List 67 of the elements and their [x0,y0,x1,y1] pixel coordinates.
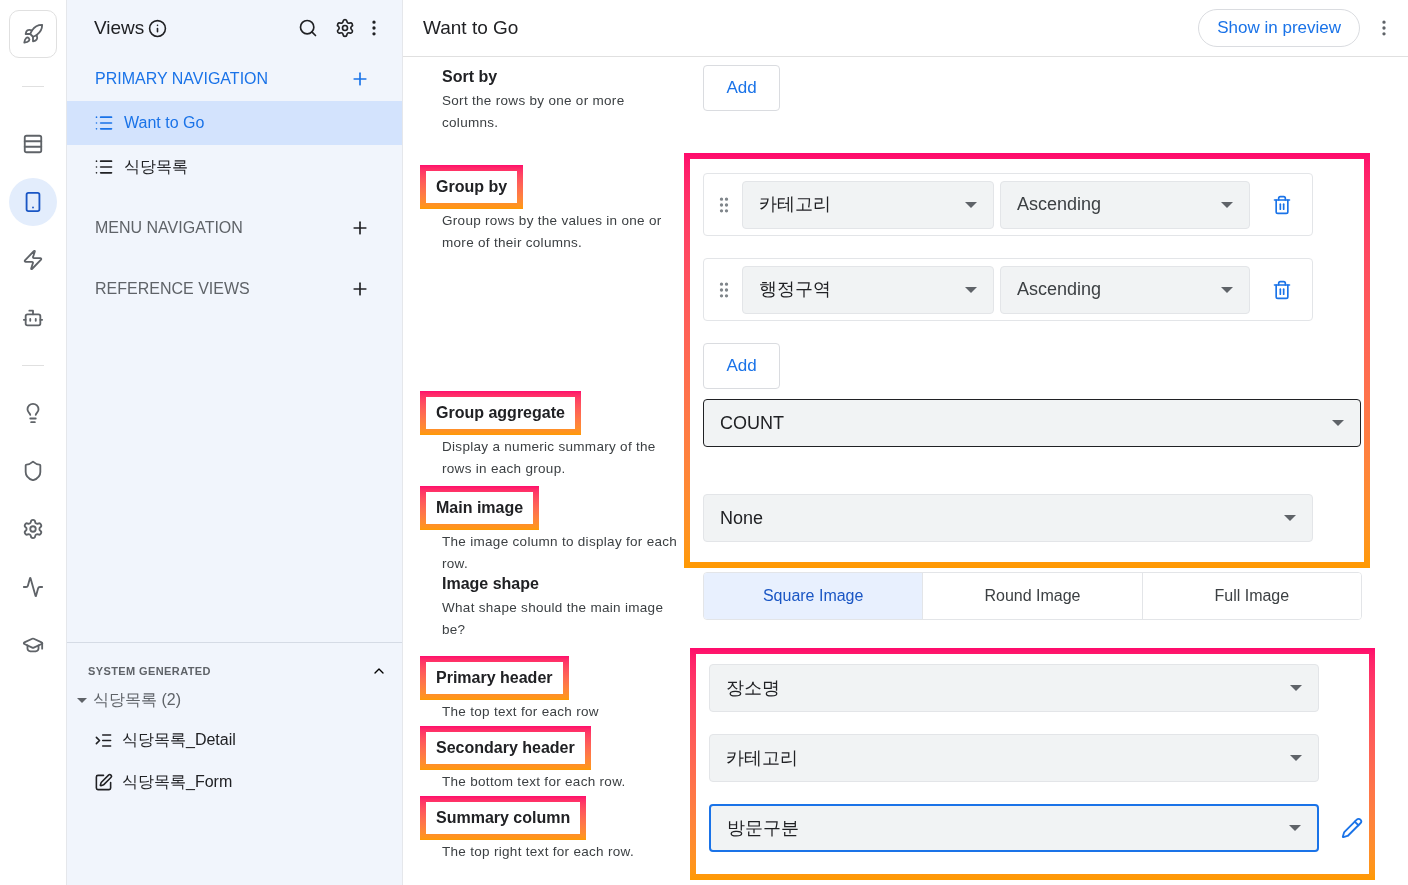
dropdown-caret-icon [1289,825,1301,831]
field-description: The image column to display for each row. [442,533,679,573]
tree-node[interactable]: 식당목록 (2) [67,681,402,719]
view-title: Want to Go [423,15,519,40]
settings-icon [22,518,44,540]
field-label: Primary header [436,669,553,686]
field-label: Sort by [442,67,498,87]
view-item[interactable]: 식당목록_Detail [67,719,402,761]
dropdown[interactable]: 방문구분 [709,804,1319,852]
column-dropdown[interactable]: 행정구역 [742,265,994,314]
trash-icon[interactable] [1272,194,1292,215]
sidebar-title: Views [94,15,145,40]
field-label: Main image [436,499,524,516]
field-label: Secondary header [436,739,575,756]
dropdown-caret-icon [1290,755,1302,761]
dropdown-caret-icon [1284,515,1296,521]
dropdown[interactable]: 카테고리 [709,734,1319,782]
dropdown-caret-icon [965,286,977,293]
info-icon[interactable] [148,18,168,38]
section-heading: MENU NAVIGATION [95,218,243,238]
view-item[interactable]: Want to Go [67,101,402,145]
caret-icon [77,697,87,703]
bolt-icon [22,249,44,271]
field-description: The top text for each row [442,703,600,721]
view-item[interactable]: 식당목록_Form [67,761,402,803]
monitor-icon [22,576,44,598]
column-dropdown[interactable]: 카테고리 [742,180,994,229]
field-label: Group aggregate [436,404,565,421]
dropdown-caret-icon [965,201,977,208]
field-description: Group rows by the values in one or more of their columns. [442,212,663,252]
order-dropdown[interactable]: Ascending [1000,180,1250,229]
view-item[interactable]: 식당목록 [67,145,402,189]
field-description: What shape should the main image be? [442,599,665,639]
list-icon [94,113,114,133]
field-label: Image shape [442,574,539,594]
list-icon [94,157,114,177]
field-description: The bottom text for each row. [442,773,627,791]
field-description: The top right text for each row. [442,843,635,861]
table-icon [22,133,44,155]
add-button[interactable]: Add [703,343,780,389]
app-logo[interactable] [9,10,57,58]
field-label: Group by [436,178,508,195]
dropdown[interactable]: COUNT [703,399,1361,447]
dropdown-caret-icon [1290,685,1302,691]
dropdown-caret-icon [1221,201,1233,208]
dropdown[interactable]: None [703,494,1313,542]
section-heading: SYSTEM GENERATED [88,663,211,679]
field-description: Sort the rows by one or more columns. [442,92,626,132]
dropdown[interactable]: 장소명 [709,664,1319,712]
dropdown-caret-icon [1332,420,1344,426]
edit-form-icon [94,772,113,792]
order-dropdown[interactable]: Ascending [1000,265,1250,314]
add-button[interactable]: Add [703,65,780,111]
search-icon[interactable] [298,18,318,38]
settings-icon[interactable] [335,18,355,38]
robot-icon [22,307,44,329]
field-label: Summary column [436,809,571,826]
shape-option[interactable]: Square Image [704,573,924,619]
section-heading: REFERENCE VIEWS [95,279,250,299]
trash-icon[interactable] [1272,279,1292,300]
pencil-icon[interactable] [1341,817,1363,839]
rail-button[interactable] [9,178,57,226]
shield-icon [22,460,44,482]
dropdown-caret-icon [1221,286,1233,293]
section-heading: PRIMARY NAVIGATION [95,69,269,89]
rocket-icon [22,23,44,45]
field-description: Display a numeric summary of the rows in each group. [442,438,657,478]
